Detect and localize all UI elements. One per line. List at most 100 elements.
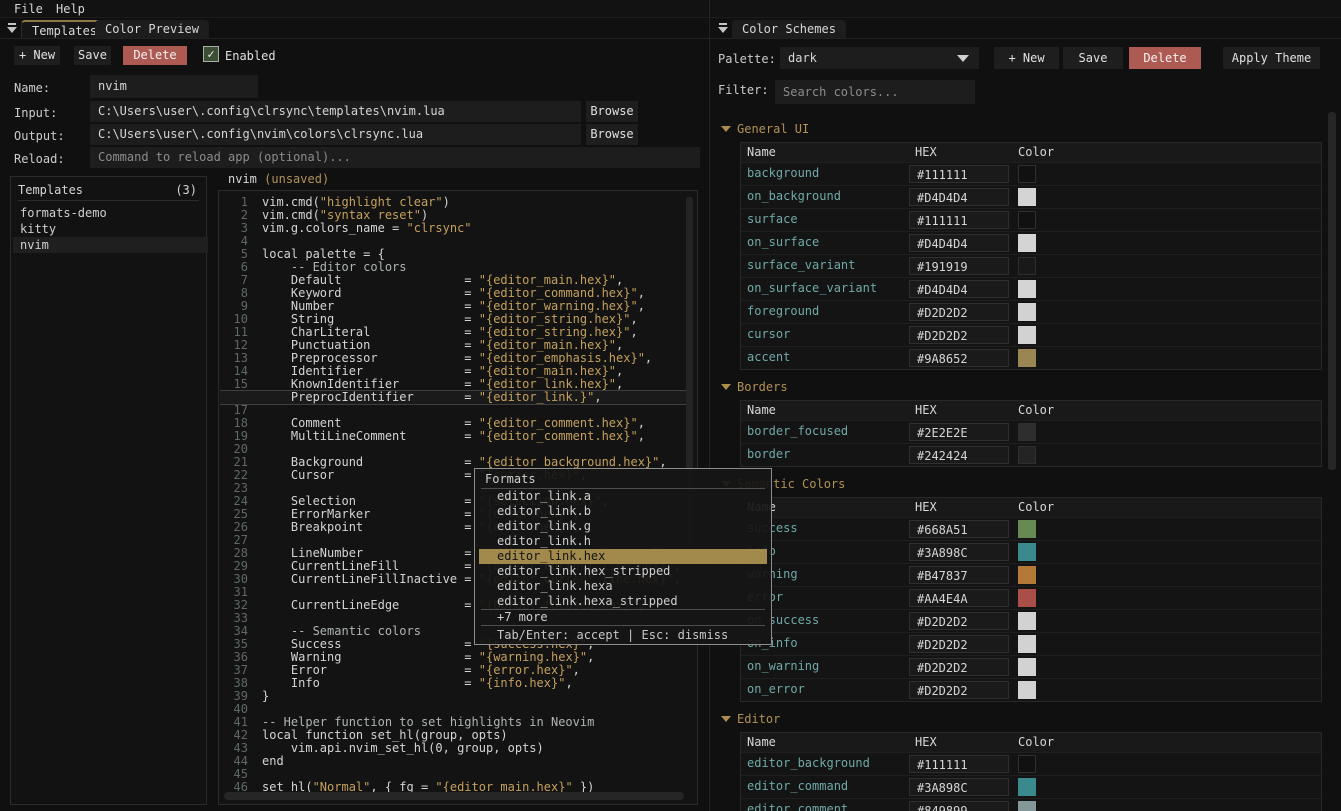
color-swatch[interactable] (1018, 635, 1036, 653)
hex-input[interactable]: #3A898C (909, 778, 1009, 796)
color-swatch[interactable] (1018, 423, 1036, 441)
hex-input[interactable]: #111111 (909, 755, 1009, 773)
code-text: PreprocIdentifier = "{editor_link.}", (262, 390, 602, 404)
hex-input[interactable]: #191919 (909, 257, 1009, 275)
color-swatch[interactable] (1018, 165, 1036, 183)
tab-color-schemes[interactable]: Color Schemes (732, 20, 846, 38)
color-swatch[interactable] (1018, 612, 1036, 630)
color-swatch[interactable] (1018, 681, 1036, 699)
hex-input[interactable]: #D2D2D2 (909, 635, 1009, 653)
name-field[interactable]: nvim (90, 75, 258, 98)
hex-input[interactable]: #AA4E4A (909, 589, 1009, 607)
color-swatch[interactable] (1018, 446, 1036, 464)
delete-palette-button[interactable]: Delete (1129, 47, 1201, 69)
collapse-panel-icon[interactable] (7, 23, 17, 33)
color-swatch[interactable] (1018, 520, 1036, 538)
palette-vertical-scrollbar[interactable] (1328, 112, 1336, 470)
color-name: on_surface_variant (747, 281, 877, 295)
save-template-button[interactable]: Save (74, 46, 111, 65)
hex-input[interactable]: #242424 (909, 446, 1009, 464)
color-swatch[interactable] (1018, 188, 1036, 206)
template-item-formats-demo[interactable]: formats-demo (13, 205, 208, 221)
autocomplete-item-editor_link.hexa[interactable]: editor_link.hexa (479, 579, 767, 594)
code-text: vim.api.nvim_set_hl(0, group, opts) (262, 741, 544, 755)
autocomplete-item-editor_link.b[interactable]: editor_link.b (479, 504, 767, 519)
new-template-button[interactable]: + New (14, 46, 60, 65)
color-swatch[interactable] (1018, 801, 1036, 811)
section-header-semantic-colors[interactable]: Semantic Colors (737, 477, 1327, 491)
autocomplete-item-editor_link.a[interactable]: editor_link.a (479, 489, 767, 504)
hex-input[interactable]: #668A51 (909, 520, 1009, 538)
browse-input-button[interactable]: Browse (586, 101, 638, 122)
color-swatch[interactable] (1018, 211, 1036, 229)
templates-list: formats-demokittynvim (11, 205, 206, 253)
color-swatch[interactable] (1018, 303, 1036, 321)
hex-input[interactable]: #D2D2D2 (909, 658, 1009, 676)
color-filter-input[interactable]: Search colors... (775, 80, 975, 104)
hex-input[interactable]: #D2D2D2 (909, 612, 1009, 630)
color-swatch[interactable] (1018, 234, 1036, 252)
color-swatch[interactable] (1018, 589, 1036, 607)
section-collapse-icon[interactable] (721, 384, 731, 390)
hex-input[interactable]: #3A898C (909, 543, 1009, 561)
color-row-cursor: cursor#D2D2D2 (741, 323, 1321, 346)
hex-input[interactable]: #849899 (909, 801, 1009, 811)
color-row-surface: surface#111111 (741, 208, 1321, 231)
menu-item-help[interactable]: Help (56, 2, 85, 16)
menu-item-file[interactable]: File (14, 2, 43, 16)
hex-input[interactable]: #9A8652 (909, 349, 1009, 367)
section-header-general-ui[interactable]: General UI (737, 122, 1327, 136)
autocomplete-item-editor_link.g[interactable]: editor_link.g (479, 519, 767, 534)
autocomplete-more[interactable]: +7 more (479, 610, 767, 625)
section-collapse-icon[interactable] (721, 126, 731, 132)
input-field[interactable]: C:\Users\user\.config\clrsync\templates\… (90, 101, 581, 122)
color-swatch[interactable] (1018, 326, 1036, 344)
color-swatch[interactable] (1018, 257, 1036, 275)
browse-output-button[interactable]: Browse (586, 124, 638, 145)
hex-input[interactable]: #B47837 (909, 566, 1009, 584)
color-swatch[interactable] (1018, 280, 1036, 298)
new-palette-button[interactable]: + New (994, 47, 1059, 69)
color-swatch[interactable] (1018, 543, 1036, 561)
hex-input[interactable]: #111111 (909, 165, 1009, 183)
section-header-editor[interactable]: Editor (737, 712, 1327, 726)
editor-horizontal-scrollbar[interactable] (224, 792, 684, 800)
template-item-kitty[interactable]: kitty (13, 221, 208, 237)
color-swatch[interactable] (1018, 658, 1036, 676)
color-swatch[interactable] (1018, 566, 1036, 584)
collapse-panel-icon[interactable] (718, 23, 728, 33)
section-header-borders[interactable]: Borders (737, 380, 1327, 394)
autocomplete-item-editor_link.hex[interactable]: editor_link.hex (479, 549, 767, 564)
hex-input[interactable]: #D4D4D4 (909, 280, 1009, 298)
hex-input[interactable]: #D2D2D2 (909, 326, 1009, 344)
color-row-editor_background: editor_background#111111 (741, 752, 1321, 775)
section-collapse-icon[interactable] (721, 716, 731, 722)
palette-select[interactable]: dark (780, 47, 979, 69)
name-label: Name: (14, 81, 50, 95)
color-row-editor_command: editor_command#3A898C (741, 775, 1321, 798)
autocomplete-item-editor_link.h[interactable]: editor_link.h (479, 534, 767, 549)
save-palette-button[interactable]: Save (1063, 47, 1123, 69)
hex-input[interactable]: #D2D2D2 (909, 681, 1009, 699)
output-field[interactable]: C:\Users\user\.config\nvim\colors\clrsyn… (90, 124, 581, 145)
template-item-nvim[interactable]: nvim (13, 237, 208, 253)
color-swatch[interactable] (1018, 349, 1036, 367)
code-text: Keyword = "{editor_command.hex}", (262, 286, 645, 300)
color-name: editor_comment (747, 802, 848, 811)
color-swatch[interactable] (1018, 755, 1036, 773)
tab-color-preview[interactable]: Color Preview (95, 20, 209, 38)
color-row-surface_variant: surface_variant#191919 (741, 254, 1321, 277)
hex-input[interactable]: #D2D2D2 (909, 303, 1009, 321)
hex-input[interactable]: #D4D4D4 (909, 188, 1009, 206)
enabled-checkbox[interactable]: ✓ (203, 46, 219, 62)
hex-input[interactable]: #2E2E2E (909, 423, 1009, 441)
color-swatch[interactable] (1018, 778, 1036, 796)
delete-template-button[interactable]: Delete (123, 46, 187, 65)
hex-input[interactable]: #D4D4D4 (909, 234, 1009, 252)
apply-theme-button[interactable]: Apply Theme (1223, 47, 1320, 69)
autocomplete-item-editor_link.hex_stripped[interactable]: editor_link.hex_stripped (479, 564, 767, 579)
autocomplete-item-editor_link.hexa_stripped[interactable]: editor_link.hexa_stripped (479, 594, 767, 609)
code-line-16: PreprocIdentifier = "{editor_link.}", (220, 391, 690, 404)
hex-input[interactable]: #111111 (909, 211, 1009, 229)
reload-field[interactable]: Command to reload app (optional)... (90, 147, 700, 168)
